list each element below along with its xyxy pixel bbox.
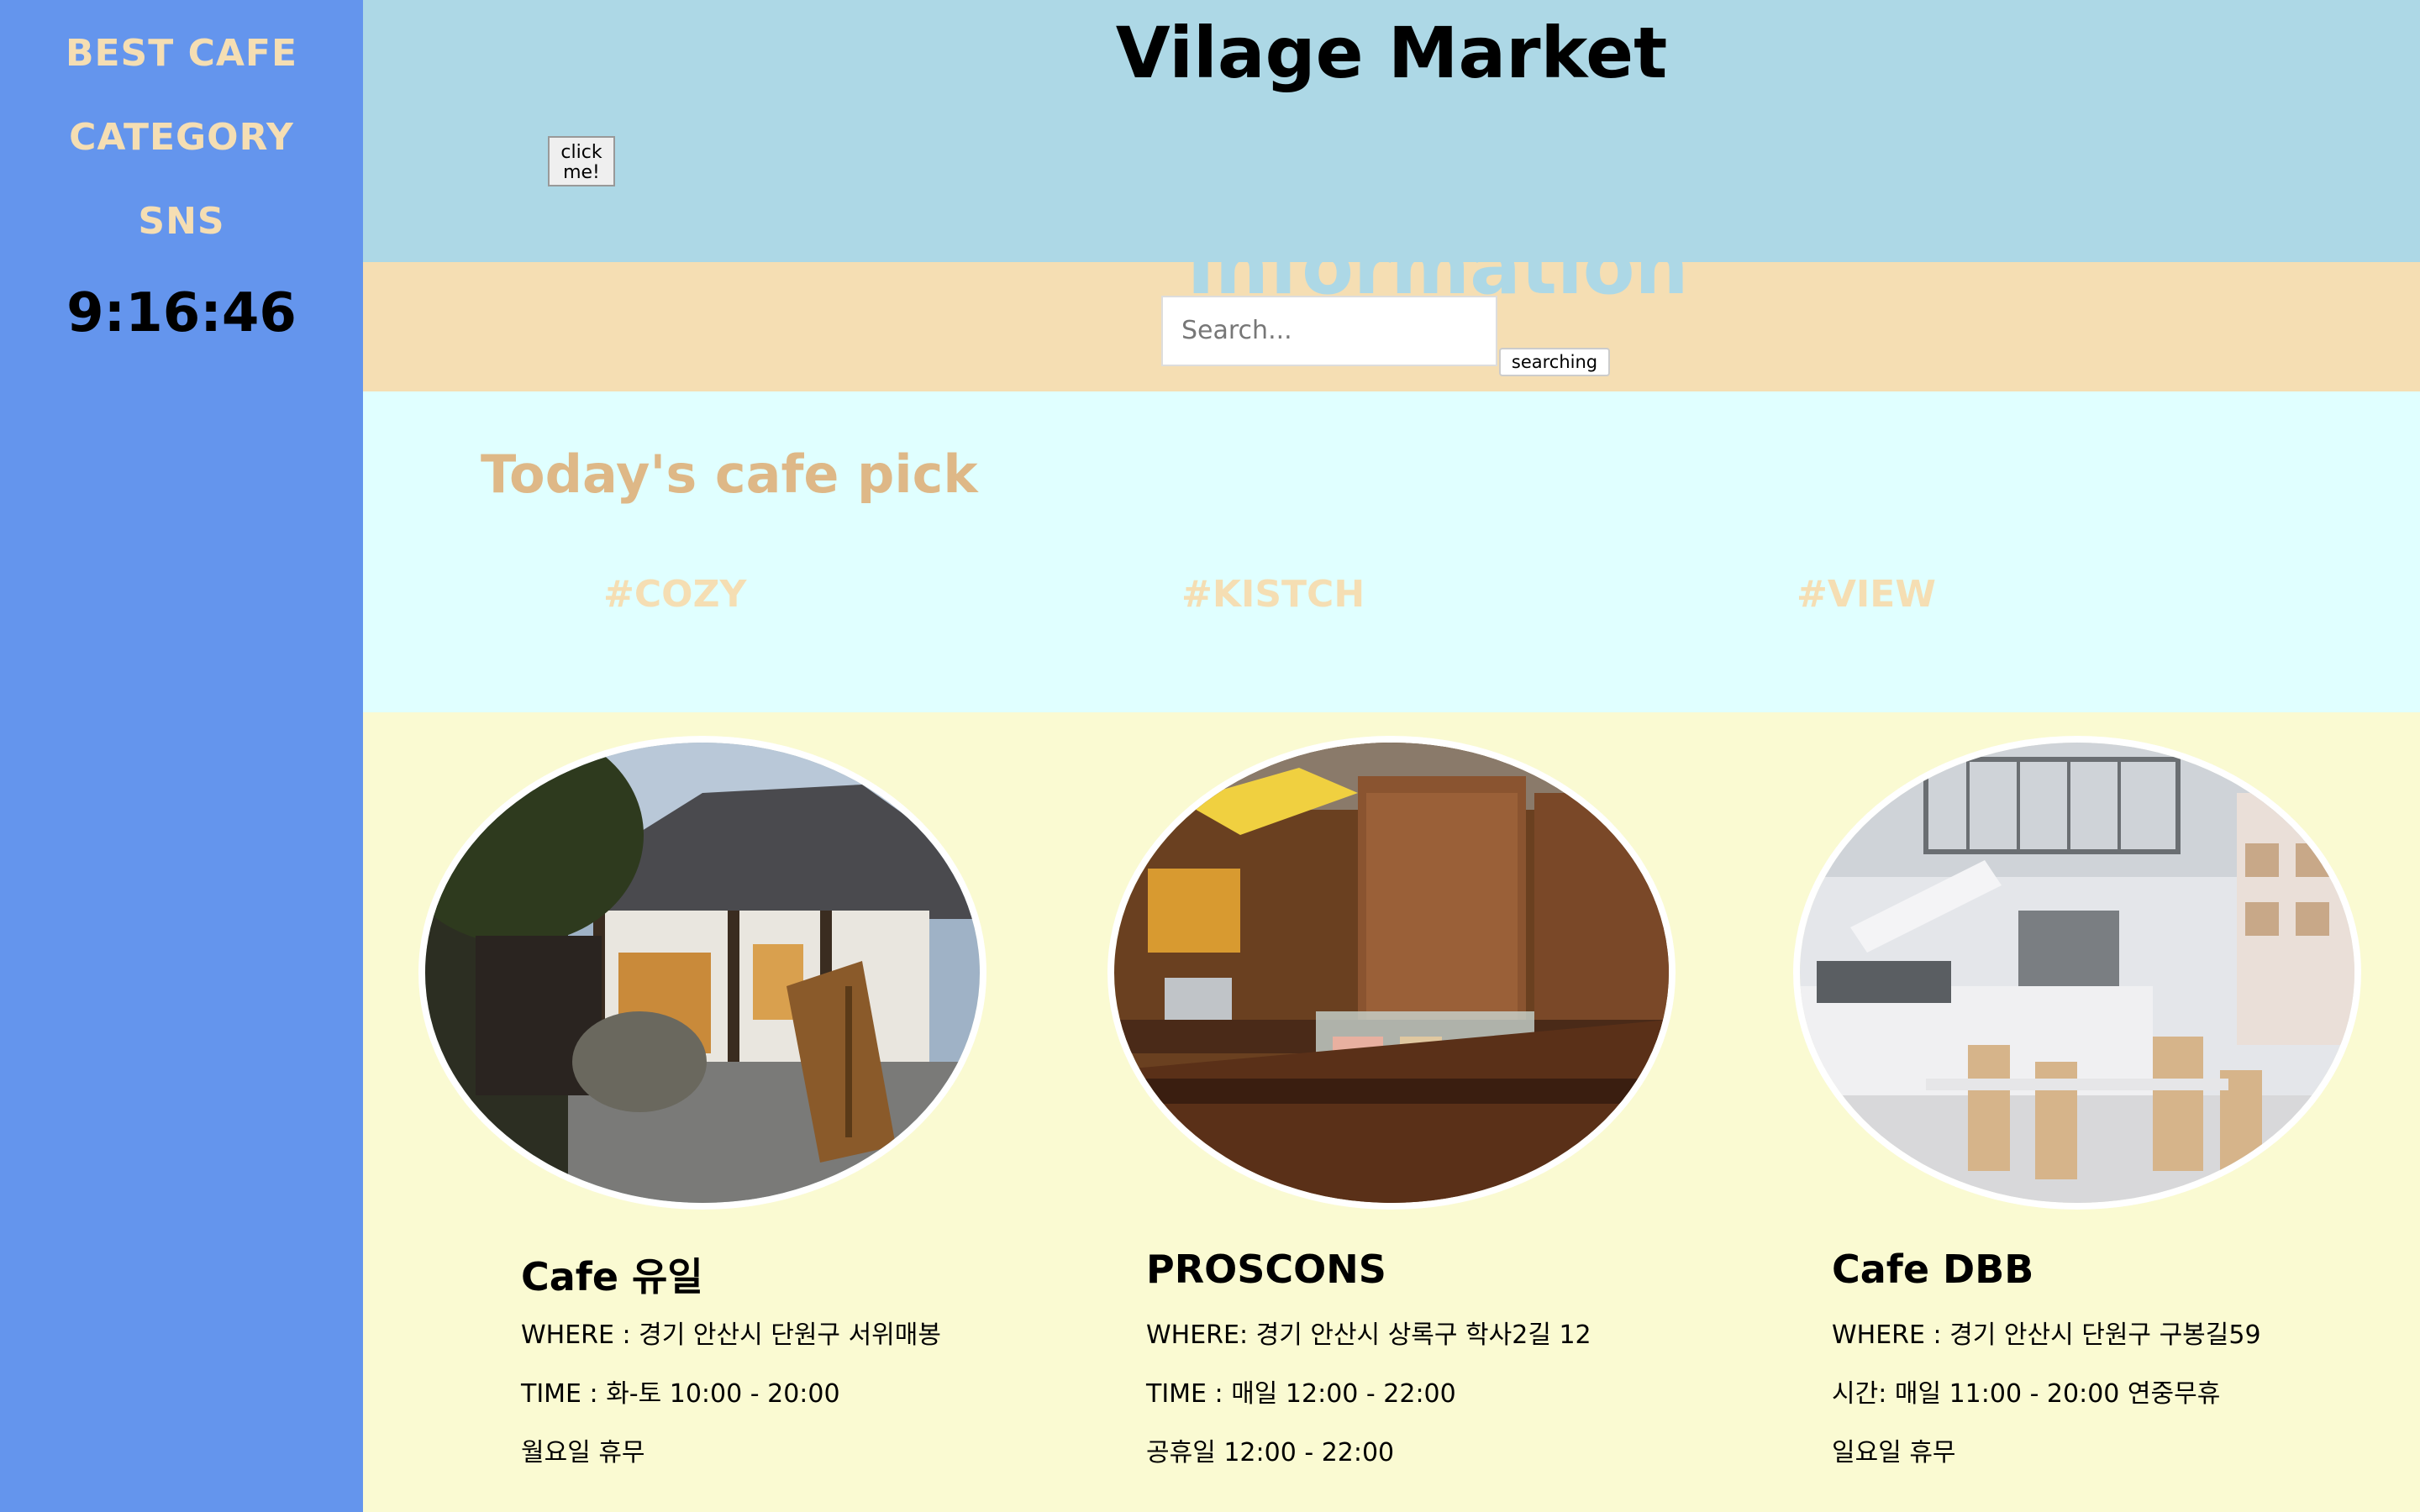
search-input[interactable]: Search...	[1161, 296, 1497, 366]
todays-pick-heading: Today's cafe pick	[481, 444, 978, 505]
cafe-card: PROSCONS WHERE: 경기 안산시 상록구 학사2길 12 TIME …	[1049, 712, 1734, 1512]
cafe-note: 공휴일 12:00 - 22:00	[1146, 1438, 1395, 1467]
cafe-address: WHERE : 경기 안산시 단원구 서위매봉	[521, 1320, 941, 1350]
clock: 9:16:46	[66, 282, 297, 344]
cafe-list: Cafe 유일 WHERE : 경기 안산시 단원구 서위매봉 TIME : 화…	[363, 712, 2420, 1512]
nav-best-cafe[interactable]: BEST CAFE	[0, 32, 363, 75]
cafe-card: Cafe 유일 WHERE : 경기 안산시 단원구 서위매봉 TIME : 화…	[363, 712, 1049, 1512]
cafe-hours: TIME : 화-토 10:00 - 20:00	[521, 1379, 840, 1409]
header: Vilage Market click me!	[363, 0, 2420, 262]
sidebar: BEST CAFE CATEGORY SNS 9:16:46	[0, 0, 363, 1512]
cafe-card: Cafe DBB WHERE : 경기 안산시 단원구 구봉길59 시간: 매일…	[1734, 712, 2420, 1512]
cafe-hours: TIME : 매일 12:00 - 22:00	[1146, 1379, 1456, 1409]
cafe-address: WHERE: 경기 안산시 상록구 학사2길 12	[1146, 1320, 1591, 1350]
cafe-photo[interactable]	[1107, 736, 1676, 1210]
cafe-photo[interactable]	[418, 736, 986, 1210]
cafe-note: 월요일 휴무	[521, 1438, 645, 1467]
nav-category[interactable]: CATEGORY	[0, 116, 363, 159]
cafe-photo[interactable]	[1793, 736, 2361, 1210]
tag-view[interactable]: #VIEW	[1797, 573, 1936, 616]
search-section: Information Search... searching	[363, 262, 2420, 391]
tag-cozy[interactable]: #COZY	[603, 573, 746, 616]
cafe-name: Cafe 유일	[521, 1254, 703, 1299]
cafe-hours: 시간: 매일 11:00 - 20:00 연중무휴	[1832, 1379, 2221, 1409]
cafe-address: WHERE : 경기 안산시 단원구 구봉길59	[1832, 1320, 2261, 1350]
todays-pick-section: Today's cafe pick #COZY #KISTCH #VIEW	[363, 391, 2420, 712]
nav-sns[interactable]: SNS	[0, 200, 363, 243]
search-button[interactable]: searching	[1499, 348, 1610, 376]
page-title: Vilage Market	[1115, 12, 1668, 94]
tag-kistch[interactable]: #KISTCH	[1181, 573, 1365, 616]
cafe-name: Cafe DBB	[1832, 1247, 2034, 1292]
click-me-button[interactable]: click me!	[548, 136, 615, 186]
cafe-name: PROSCONS	[1146, 1247, 1386, 1292]
cafe-note: 일요일 휴무	[1832, 1438, 1956, 1467]
